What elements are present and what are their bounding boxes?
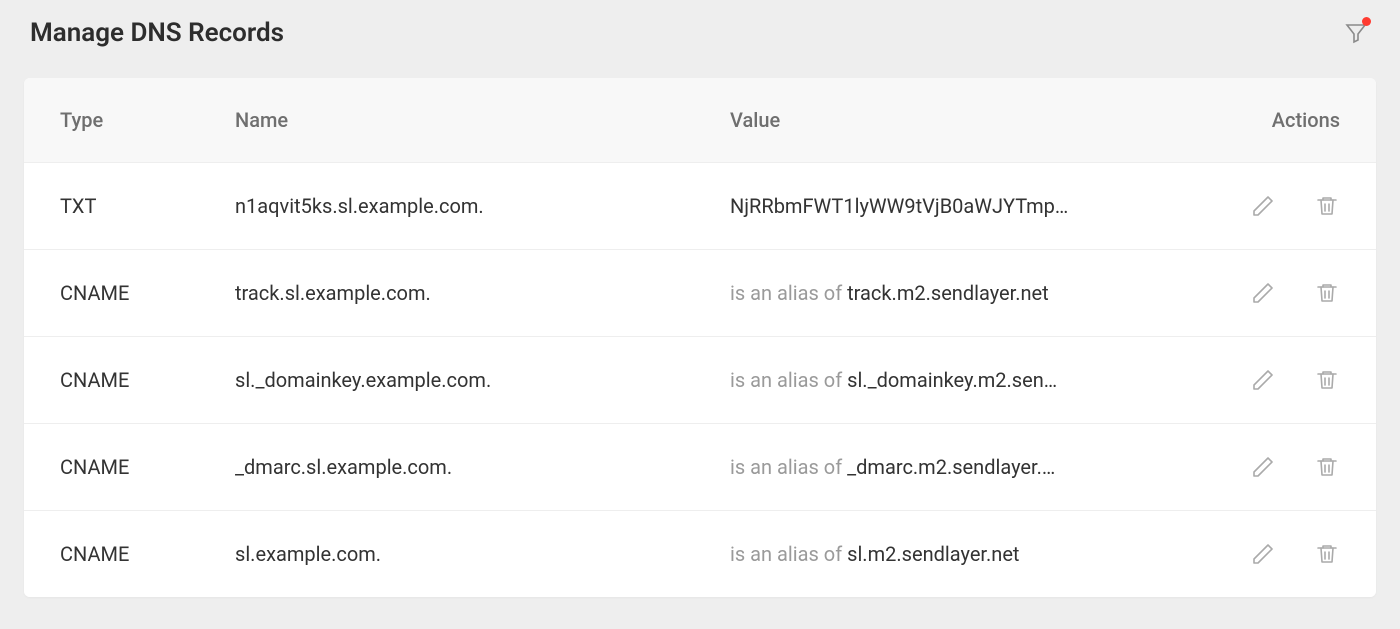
- table-row: CNAMEsl._domainkey.example.com.is an ali…: [24, 337, 1376, 424]
- edit-button[interactable]: [1250, 193, 1276, 219]
- header-type: Type: [60, 108, 235, 132]
- dns-records-table: Type Name Value Actions TXTn1aqvit5ks.sl…: [24, 78, 1376, 597]
- delete-icon: [1315, 542, 1339, 566]
- delete-icon: [1315, 281, 1339, 305]
- edit-button[interactable]: [1250, 541, 1276, 567]
- cell-value: NjRRbmFWT1lyWW9tVjB0aWJYTmp…: [730, 194, 1190, 218]
- cell-actions: [1190, 454, 1340, 480]
- delete-button[interactable]: [1314, 367, 1340, 393]
- edit-button[interactable]: [1250, 454, 1276, 480]
- edit-icon: [1251, 368, 1275, 392]
- header-actions: Actions: [1190, 108, 1340, 132]
- alias-prefix: is an alias of: [730, 281, 847, 305]
- cell-name: _dmarc.sl.example.com.: [235, 455, 730, 479]
- table-row: CNAME_dmarc.sl.example.com.is an alias o…: [24, 424, 1376, 511]
- edit-icon: [1251, 455, 1275, 479]
- delete-icon: [1315, 368, 1339, 392]
- cell-type: TXT: [60, 194, 235, 218]
- delete-button[interactable]: [1314, 541, 1340, 567]
- delete-button[interactable]: [1314, 193, 1340, 219]
- alias-value: _dmarc.m2.sendlayer.…: [847, 455, 1055, 479]
- cell-name: n1aqvit5ks.sl.example.com.: [235, 194, 730, 218]
- table-row: CNAMEsl.example.com.is an alias of sl.m2…: [24, 511, 1376, 597]
- edit-button[interactable]: [1250, 367, 1276, 393]
- edit-icon: [1251, 281, 1275, 305]
- table-row: CNAMEtrack.sl.example.com.is an alias of…: [24, 250, 1376, 337]
- filter-button[interactable]: [1342, 19, 1370, 47]
- alias-value: sl.m2.sendlayer.net: [847, 542, 1019, 566]
- edit-icon: [1251, 194, 1275, 218]
- page-title: Manage DNS Records: [30, 18, 284, 48]
- filter-active-dot: [1362, 17, 1371, 26]
- alias-value: track.m2.sendlayer.net: [847, 281, 1049, 305]
- cell-type: CNAME: [60, 542, 235, 566]
- cell-type: CNAME: [60, 281, 235, 305]
- alias-prefix: is an alias of: [730, 368, 847, 392]
- header-value: Value: [730, 108, 1190, 132]
- cell-actions: [1190, 541, 1340, 567]
- cell-value: is an alias of sl.m2.sendlayer.net: [730, 542, 1190, 566]
- cell-actions: [1190, 367, 1340, 393]
- table-header-row: Type Name Value Actions: [24, 78, 1376, 163]
- delete-button[interactable]: [1314, 454, 1340, 480]
- cell-value: is an alias of _dmarc.m2.sendlayer.…: [730, 455, 1190, 479]
- delete-button[interactable]: [1314, 280, 1340, 306]
- header-name: Name: [235, 108, 730, 132]
- cell-type: CNAME: [60, 368, 235, 392]
- cell-value: is an alias of track.m2.sendlayer.net: [730, 281, 1190, 305]
- alias-value: sl._domainkey.m2.sen…: [847, 368, 1057, 392]
- cell-actions: [1190, 193, 1340, 219]
- alias-prefix: is an alias of: [730, 542, 847, 566]
- delete-icon: [1315, 194, 1339, 218]
- delete-icon: [1315, 455, 1339, 479]
- cell-type: CNAME: [60, 455, 235, 479]
- edit-icon: [1251, 542, 1275, 566]
- cell-actions: [1190, 280, 1340, 306]
- edit-button[interactable]: [1250, 280, 1276, 306]
- alias-prefix: is an alias of: [730, 455, 847, 479]
- cell-value: is an alias of sl._domainkey.m2.sen…: [730, 368, 1190, 392]
- cell-name: track.sl.example.com.: [235, 281, 730, 305]
- cell-name: sl.example.com.: [235, 542, 730, 566]
- table-row: TXTn1aqvit5ks.sl.example.com.NjRRbmFWT1l…: [24, 163, 1376, 250]
- cell-name: sl._domainkey.example.com.: [235, 368, 730, 392]
